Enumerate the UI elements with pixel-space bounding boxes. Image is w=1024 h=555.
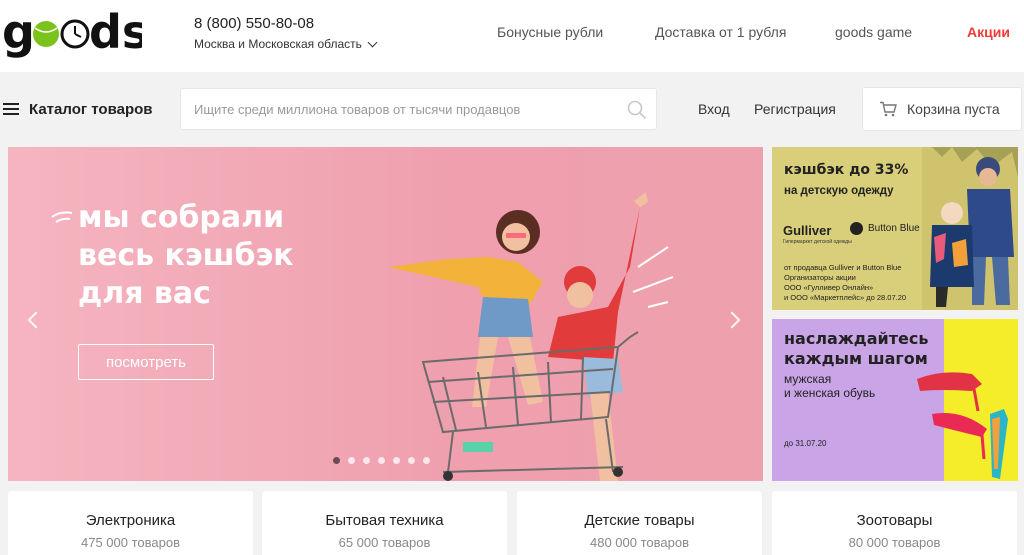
kids-illustration [922,147,1018,310]
shoes-subline: мужская и женская обувь [784,372,875,400]
menu-icon [3,103,19,115]
hero-title-line: весь кэшбэк [78,238,294,273]
cart-label: Корзина пуста [907,101,1000,117]
category-count: 475 000 товаров [81,535,180,550]
hero-illustration [388,192,674,481]
gulliver-logo: Gulliver [783,223,832,238]
cart-icon [880,101,897,117]
region-selector[interactable]: Москва и Московская область [194,37,378,51]
fine-print-line: от продавца Gulliver и Button Blue [784,263,902,272]
button-blue-label: Button Blue [868,223,920,234]
category-count: 65 000 товаров [338,535,431,550]
category-card-appliances[interactable]: Бытовая техника 65 000 товаров [262,491,507,555]
slide-dot[interactable] [348,457,355,464]
gulliver-tagline: Гипермаркет детской одежды [783,239,852,245]
category-count: 80 000 товаров [848,535,941,550]
category-title: Зоотовары [856,512,933,529]
button-blue-mark-icon [850,222,863,235]
chevron-down-icon [367,37,378,47]
catalog-label: Каталог товаров [29,100,153,118]
hero-title-line: для вас [78,276,211,311]
slide-dot[interactable] [363,457,370,464]
slide-dot[interactable] [333,457,340,464]
link-bonus-rubles[interactable]: Бонусные рубли [497,24,603,40]
hero-banner[interactable]: мы собрали весь кэшбэк для вас посмотрет… [8,147,763,481]
link-promotions[interactable]: Акции [967,24,1010,40]
shoes-illustration [917,372,1008,479]
slide-dot[interactable] [393,457,400,464]
tennis-ball-icon [33,21,59,47]
region-label: Москва и Московская область [194,37,362,51]
fine-print-line: и ООО «Маркетплейс» до 28.07.20 [784,293,907,302]
slide-indicators [333,457,430,464]
category-title: Электроника [85,512,176,529]
shoes-headline-line: каждым шагом [784,349,928,368]
slide-dot[interactable] [423,457,430,464]
category-title: Детские товары [584,512,695,529]
cashback-headline: кэшбэк до 33% [784,162,909,178]
category-count: 480 000 товаров [590,535,689,550]
logo-letter-g: g [2,6,35,58]
fine-print-line: ООО «Гулливер Онлайн» [784,283,874,292]
category-title: Бытовая техника [325,512,444,529]
login-link[interactable]: Вход [698,101,730,117]
hero-title: мы собрали весь кэшбэк для вас [78,199,358,313]
logo-letters-ds: ds [89,6,142,58]
phone-number[interactable]: 8 (800) 550-80-08 [194,15,314,32]
nav-bar: Каталог товаров Вход Регистрация Корзина… [0,72,1024,146]
shoes-subline-line: и женская обувь [784,386,876,400]
cashback-fine-print: от продавца Gulliver и Button Blue Орган… [784,263,934,303]
link-goods-game[interactable]: goods game [835,24,912,40]
goods-logo[interactable]: g ds [2,5,149,59]
shoes-banner[interactable]: наслаждайтесь каждым шагом мужская и жен… [772,319,1018,481]
next-slide-arrow-icon[interactable] [723,311,741,329]
link-delivery[interactable]: Доставка от 1 рубля [655,24,786,40]
category-card-pets[interactable]: Зоотовары 80 000 товаров [772,491,1017,555]
fine-print-line: Организаторы акции [784,273,856,282]
register-link[interactable]: Регистрация [754,101,836,117]
view-button[interactable]: посмотреть [78,344,214,380]
top-header: g ds 8 (800) 550-80-08 Москва и Московск… [0,0,1024,72]
cashback-subline: на детскую одежду [784,185,894,197]
button-blue-logo: Button Blue [850,222,920,235]
shoes-headline: наслаждайтесь каждым шагом [784,329,928,369]
search-box [180,88,657,130]
slide-dot[interactable] [378,457,385,464]
shoes-subline-line: мужская [784,372,832,386]
logo-graphic: g ds [2,5,149,59]
category-card-electronics[interactable]: Электроника 475 000 товаров [8,491,253,555]
search-icon[interactable] [627,100,647,120]
shoes-headline-line: наслаждайтесь [784,329,929,348]
category-card-kids[interactable]: Детские товары 480 000 товаров [517,491,762,555]
slide-dot[interactable] [408,457,415,464]
prev-slide-arrow-icon[interactable] [27,311,45,329]
shoes-date: до 31.07.20 [784,439,827,448]
hero-title-line: мы собрали [78,200,285,235]
wind-lines-icon [51,211,73,223]
cart-button[interactable]: Корзина пуста [862,87,1022,131]
search-input[interactable] [181,89,611,129]
cashback-kids-banner[interactable]: кэшбэк до 33% на детскую одежду Gulliver… [772,147,1018,310]
catalog-button[interactable]: Каталог товаров [0,96,153,122]
